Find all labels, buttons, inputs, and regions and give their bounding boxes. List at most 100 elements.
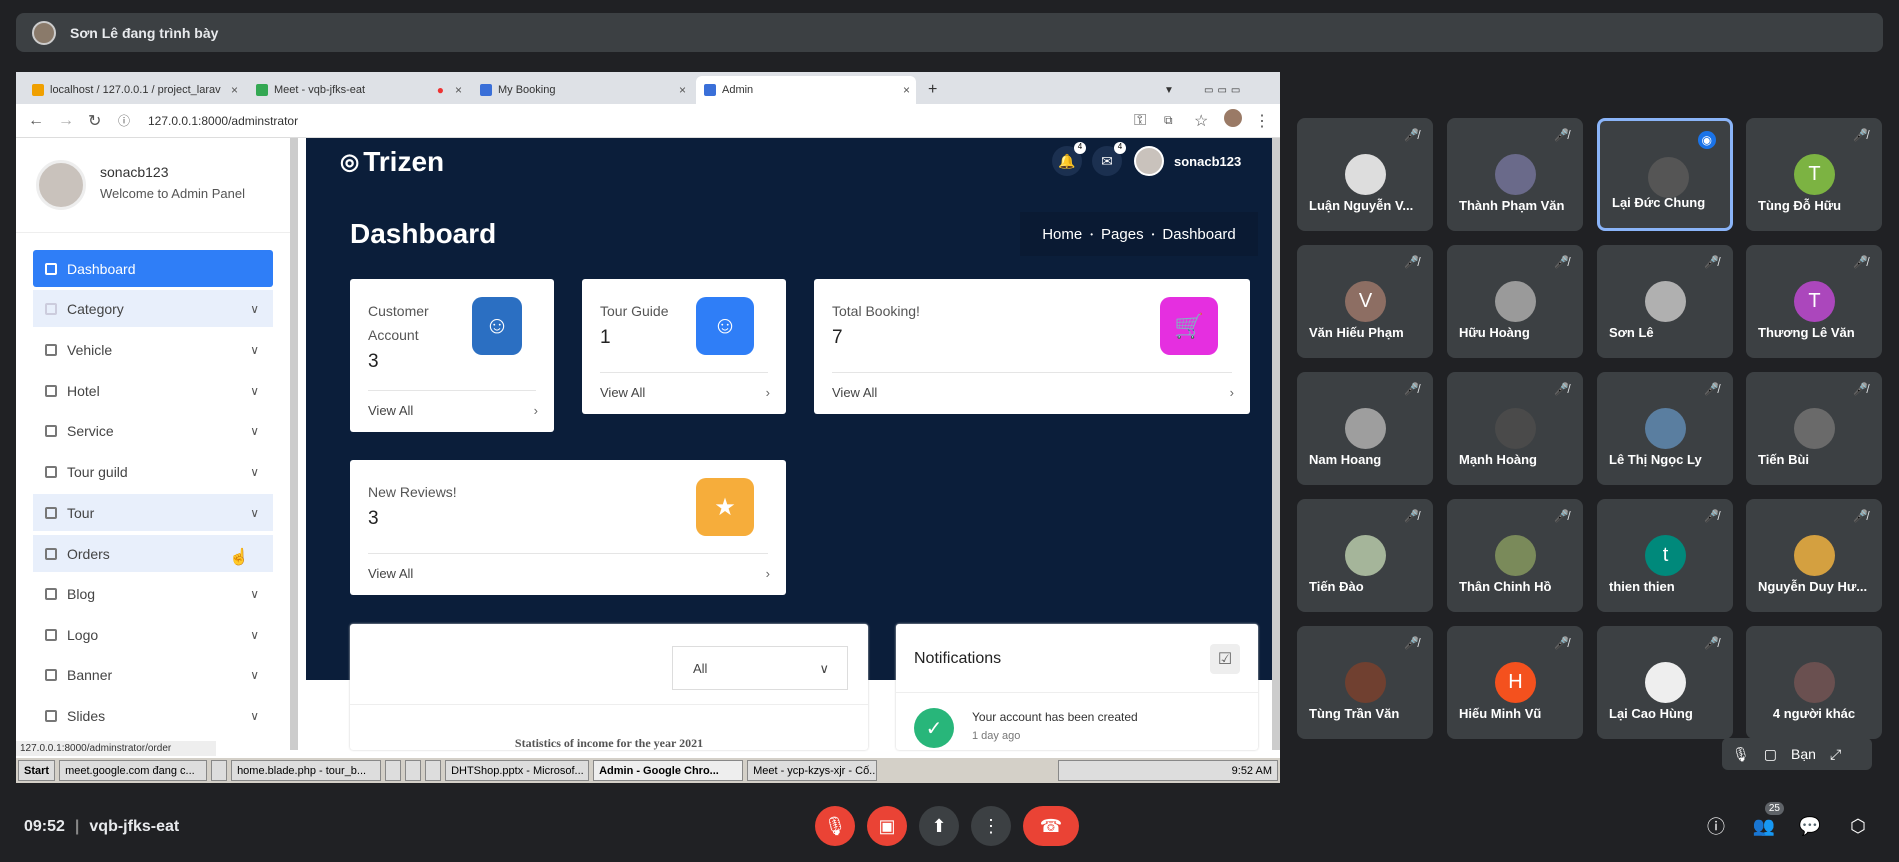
mic-toggle-button[interactable]: 🎙 (815, 806, 855, 846)
participant-tile[interactable]: 🎤̸ Lại Cao Hùng (1597, 626, 1733, 739)
leave-call-button[interactable]: ☎ (1023, 806, 1079, 846)
sidebar-item-banner[interactable]: Banner ∨ (33, 656, 273, 693)
brand-logo[interactable]: ◎ Trizen (340, 146, 444, 178)
sidebar-item-slides[interactable]: Slides ∨ (33, 697, 273, 734)
sidebar-item-hotel[interactable]: Hotel ∨ (33, 372, 273, 409)
year-select[interactable]: All ∨ (672, 646, 848, 690)
view-all-link[interactable]: View All (368, 566, 413, 581)
app-icon[interactable] (405, 760, 422, 781)
breadcrumb-pages[interactable]: Pages (1101, 226, 1144, 243)
bell-icon[interactable]: 🔔 4 (1052, 142, 1086, 176)
participant-tile[interactable]: t 🎤̸ thien thien (1597, 499, 1733, 612)
profile-avatar[interactable] (1224, 109, 1242, 132)
participant-tile[interactable]: T 🎤̸ Tùng Đỗ Hữu (1746, 118, 1882, 231)
taskbar-item-chrome-admin[interactable]: Admin - Google Chro... (593, 760, 744, 781)
participant-tile[interactable]: T 🎤̸ Thương Lê Văn (1746, 245, 1882, 358)
menu-icon[interactable]: ⋮ (1254, 111, 1272, 131)
tab-phpmyadmin[interactable]: localhost / 127.0.0.1 / project_larav × (24, 76, 244, 104)
folder-icon[interactable] (425, 760, 442, 781)
reload-icon[interactable]: ↻ (88, 111, 106, 131)
participant-tile[interactable]: V 🎤̸ Văn Hiếu Phạm (1297, 245, 1433, 358)
star-icon[interactable]: ☆ (1194, 111, 1212, 131)
header-username[interactable]: sonacb123 (1174, 154, 1241, 169)
info-icon[interactable]: ⓘ (1696, 806, 1736, 846)
participant-tile[interactable]: 🎤̸ Lê Thị Ngọc Ly (1597, 372, 1733, 485)
sidebar-item-service[interactable]: Service ∨ (33, 412, 273, 449)
tab-search-icon[interactable]: ▼ (1156, 76, 1182, 104)
participant-tile[interactable]: 🎤̸ Nguyễn Duy Hư... (1746, 499, 1882, 612)
close-window-icon[interactable]: ▭ (1231, 85, 1240, 96)
forward-icon[interactable]: → (58, 112, 76, 130)
sidebar-item-tour[interactable]: Tour ∨ (33, 494, 273, 531)
chat-icon[interactable]: 💬 (1790, 806, 1830, 846)
ie-icon[interactable] (211, 760, 228, 781)
participant-tile[interactable]: 🎤̸ Tiến Bùi (1746, 372, 1882, 485)
checkbox-icon[interactable]: ☑ (1210, 644, 1240, 674)
mic-off-icon[interactable]: 🎙 (1732, 746, 1750, 763)
window-controls[interactable]: ▭ ▭ ▭ (1196, 76, 1248, 104)
camera-off-icon[interactable]: ▢ (1764, 746, 1777, 763)
participant-tile[interactable]: 🎤̸ Nam Hoang (1297, 372, 1433, 485)
back-icon[interactable]: ← (28, 112, 46, 130)
people-icon[interactable]: 👥 25 (1744, 802, 1784, 846)
info-icon[interactable]: ⓘ (118, 112, 136, 129)
notification-item[interactable]: Your account has been created (972, 710, 1138, 724)
sidebar-item-vehicle[interactable]: Vehicle ∨ (33, 331, 273, 368)
view-all-link[interactable]: View All (832, 385, 877, 400)
activities-icon[interactable]: ⬡ (1838, 806, 1878, 846)
participant-tile[interactable]: 🎤̸ Thành Phạm Văn (1447, 118, 1583, 231)
chevron-right-icon[interactable]: › (534, 403, 538, 418)
close-icon[interactable]: × (903, 83, 910, 97)
taskbar-item-powerpoint[interactable]: DHTShop.pptx - Microsof... (445, 760, 590, 781)
tab-my-booking[interactable]: My Booking × (472, 76, 692, 104)
breadcrumb-home[interactable]: Home (1042, 226, 1082, 243)
chevron-right-icon[interactable]: › (1230, 385, 1234, 400)
participant-tile[interactable]: H 🎤̸ Hiếu Minh Vũ (1447, 626, 1583, 739)
close-icon[interactable]: × (455, 83, 462, 97)
maximize-icon[interactable]: ▭ (1217, 85, 1226, 96)
close-icon[interactable]: × (679, 83, 686, 97)
start-button[interactable]: Start (18, 760, 56, 781)
sidebar-item-dashboard[interactable]: Dashboard (33, 250, 273, 287)
present-button[interactable]: ⬆ (919, 806, 959, 846)
camera-toggle-button[interactable]: ▣ (867, 806, 907, 846)
sidebar-item-orders[interactable]: Orders ☝ (33, 535, 273, 572)
participant-tile[interactable]: 🎤̸ Hữu Hoàng (1447, 245, 1583, 358)
participant-name: Sơn Lê (1609, 325, 1654, 340)
sidebar-item-logo[interactable]: Logo ∨ (33, 616, 273, 653)
participant-tile[interactable]: 🎤̸ Sơn Lê (1597, 245, 1733, 358)
more-options-button[interactable]: ⋮ (971, 806, 1011, 846)
scrollbar[interactable] (1272, 138, 1280, 750)
participant-tile[interactable]: 4 người khác (1746, 626, 1882, 739)
header-avatar[interactable] (1134, 146, 1164, 176)
view-all-link[interactable]: View All (368, 403, 413, 418)
minimize-icon[interactable]: ▭ (1204, 85, 1213, 96)
new-tab-button[interactable]: + (920, 76, 945, 104)
participant-tile[interactable]: 🎤̸ Mạnh Hoàng (1447, 372, 1583, 485)
participant-tile[interactable]: ◉ Lại Đức Chung (1597, 118, 1733, 231)
expand-icon[interactable]: ⤢ (1830, 746, 1841, 763)
translate-icon[interactable]: ⧉ (1164, 113, 1182, 128)
taskbar-item-meet-2[interactable]: Meet - ycp-kzys-xjr - Cố... (747, 760, 878, 781)
sidebar-item-category[interactable]: Category ∨ (33, 290, 273, 327)
sidebar-item-blog[interactable]: Blog ∨ (33, 575, 273, 612)
participant-tile[interactable]: 🎤̸ Tiến Đào (1297, 499, 1433, 612)
chevron-right-icon[interactable]: › (766, 566, 770, 581)
clock[interactable]: 9:52 AM (1232, 765, 1272, 777)
sidebar-item-tour-guild[interactable]: Tour guild ∨ (33, 453, 273, 490)
tab-admin[interactable]: Admin × (696, 76, 916, 104)
key-icon[interactable]: ⚿ (1134, 112, 1152, 130)
url-field[interactable]: 127.0.0.1:8000/adminstrator (148, 114, 298, 128)
participant-tile[interactable]: 🎤̸ Tùng Trần Văn (1297, 626, 1433, 739)
chevron-right-icon[interactable]: › (766, 385, 770, 400)
mail-icon[interactable]: ✉ 4 (1092, 142, 1126, 176)
participant-tile[interactable]: 🎤̸ Luận Nguyễn V... (1297, 118, 1433, 231)
taskbar-item-vscode[interactable]: home.blade.php - tour_b... (231, 760, 382, 781)
view-all-link[interactable]: View All (600, 385, 645, 400)
taskbar-item-meet[interactable]: meet.google.com đang c... (59, 760, 208, 781)
participant-tile[interactable]: 🎤̸ Thân Chinh Hồ (1447, 499, 1583, 612)
self-view[interactable]: 🎙 ▢ Bạn ⤢ (1722, 738, 1872, 770)
sublime-icon[interactable] (385, 760, 402, 781)
tab-meet[interactable]: Meet - vqb-jfks-eat ● × (248, 76, 468, 104)
close-icon[interactable]: × (231, 83, 238, 97)
